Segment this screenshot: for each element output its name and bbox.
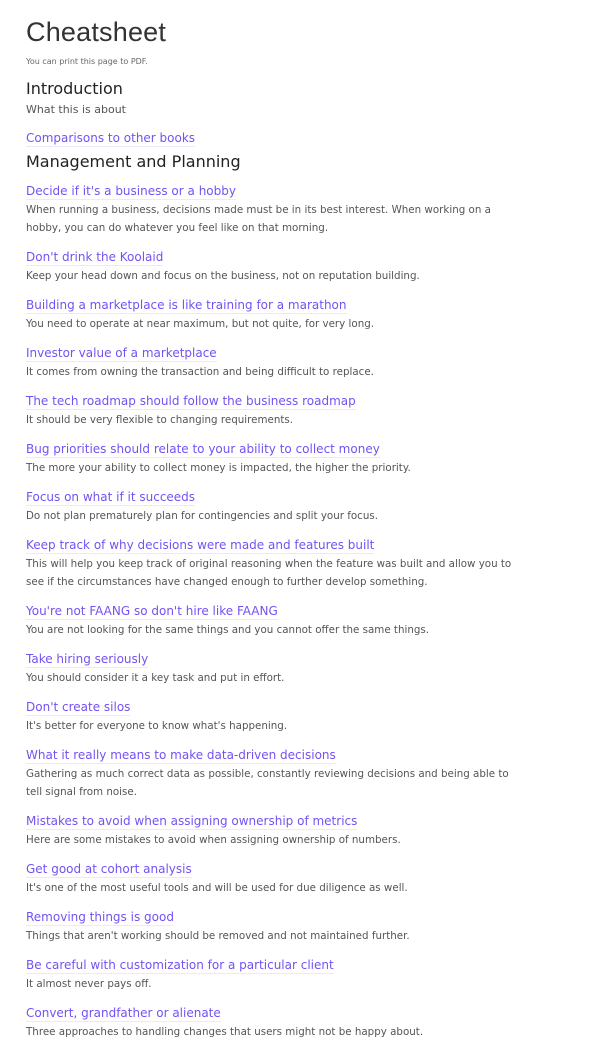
entry-link[interactable]: Be careful with customization for a part… xyxy=(26,957,334,974)
section-subtitle-introduction: What this is about xyxy=(26,103,126,116)
entry-description: When running a business, decisions made … xyxy=(26,204,491,234)
list-item: Don't create silos It's better for everyo… xyxy=(26,696,573,735)
entry-link[interactable]: Comparisons to other books xyxy=(26,130,196,147)
list-item: Comparisons to other books xyxy=(26,127,573,147)
entry-description: Things that aren't working should be rem… xyxy=(26,930,410,942)
section-heading-introduction: Introduction xyxy=(26,79,123,98)
entry-description: Here are some mistakes to avoid when ass… xyxy=(26,834,401,846)
section-introduction: Introduction What this is about Comparis… xyxy=(26,79,573,147)
management-entries: Decide if it's a business or a hobby When… xyxy=(26,180,573,1041)
entry-link[interactable]: Decide if it's a business or a hobby xyxy=(26,183,236,200)
entry-description: This will help you keep track of origina… xyxy=(26,558,512,588)
entry-link[interactable]: Get good at cohort analysis xyxy=(26,861,192,878)
entry-link[interactable]: Convert, grandfather or alienate xyxy=(26,1005,221,1022)
section-management: Management and Planning Decide if it's a… xyxy=(26,152,573,1041)
list-item: Bug priorities should relate to your abi… xyxy=(26,438,573,477)
list-item: The tech roadmap should follow the busin… xyxy=(26,390,573,429)
entry-description: It's one of the most useful tools and wi… xyxy=(26,882,408,894)
introduction-entries: Comparisons to other books xyxy=(26,127,573,147)
section-heading-management: Management and Planning xyxy=(26,152,241,171)
list-item: Be careful with customization for a part… xyxy=(26,954,573,993)
page-title: Cheatsheet xyxy=(26,17,167,47)
list-item: You're not FAANG so don't hire like FAAN… xyxy=(26,600,573,639)
list-item: Mistakes to avoid when assigning ownersh… xyxy=(26,810,573,849)
entry-link[interactable]: Focus on what if it succeeds xyxy=(26,489,196,506)
entry-link[interactable]: Bug priorities should relate to your abi… xyxy=(26,441,380,458)
entry-description: It almost never pays off. xyxy=(26,978,152,990)
entry-link[interactable]: Don't drink the Koolaid xyxy=(26,249,164,266)
entry-description: It should be very flexible to changing r… xyxy=(26,414,294,426)
entry-link[interactable]: What it really means to make data-driven… xyxy=(26,747,336,764)
entry-description: The more your ability to collect money i… xyxy=(26,462,411,474)
entry-description: You should consider it a key task and pu… xyxy=(26,672,285,684)
entry-link[interactable]: Mistakes to avoid when assigning ownersh… xyxy=(26,813,358,830)
entry-link[interactable]: Don't create silos xyxy=(26,699,131,716)
list-item: Keep track of why decisions were made an… xyxy=(26,534,573,591)
list-item: Don't drink the Koolaid Keep your head do… xyxy=(26,246,573,285)
list-item: Convert, grandfather or alienate Three ap… xyxy=(26,1002,573,1041)
entry-description: Keep your head down and focus on the bus… xyxy=(26,270,420,282)
list-item: Building a marketplace is like training … xyxy=(26,294,573,333)
entry-link[interactable]: Building a marketplace is like training … xyxy=(26,297,347,314)
entry-link[interactable]: The tech roadmap should follow the busin… xyxy=(26,393,356,410)
entry-description: Three approaches to handling changes tha… xyxy=(26,1026,424,1038)
print-note: You can print this page to PDF. xyxy=(26,57,148,66)
cheatsheet-page: Cheatsheet You can print this page to PD… xyxy=(0,0,599,1041)
entry-description: It comes from owning the transaction and… xyxy=(26,366,374,378)
list-item: Take hiring seriously You should consider… xyxy=(26,648,573,687)
entry-link[interactable]: Take hiring seriously xyxy=(26,651,149,668)
entry-description: It's better for everyone to know what's … xyxy=(26,720,288,732)
entry-link[interactable]: Removing things is good xyxy=(26,909,174,926)
entry-link[interactable]: You're not FAANG so don't hire like FAAN… xyxy=(26,603,278,620)
list-item: What it really means to make data-driven… xyxy=(26,744,573,801)
entry-description: Do not plan prematurely plan for conting… xyxy=(26,510,378,522)
entry-description: You need to operate at near maximum, but… xyxy=(26,318,375,330)
list-item: Investor value of a marketplace It comes … xyxy=(26,342,573,381)
list-item: Removing things is good Things that aren'… xyxy=(26,906,573,945)
entry-description: You are not looking for the same things … xyxy=(26,624,430,636)
entry-link[interactable]: Keep track of why decisions were made an… xyxy=(26,537,375,554)
list-item: Get good at cohort analysis It's one of t… xyxy=(26,858,573,897)
list-item: Focus on what if it succeeds Do not plan … xyxy=(26,486,573,525)
entry-description: Gathering as much correct data as possib… xyxy=(26,768,509,798)
entry-link[interactable]: Investor value of a marketplace xyxy=(26,345,217,362)
list-item: Decide if it's a business or a hobby When… xyxy=(26,180,573,237)
